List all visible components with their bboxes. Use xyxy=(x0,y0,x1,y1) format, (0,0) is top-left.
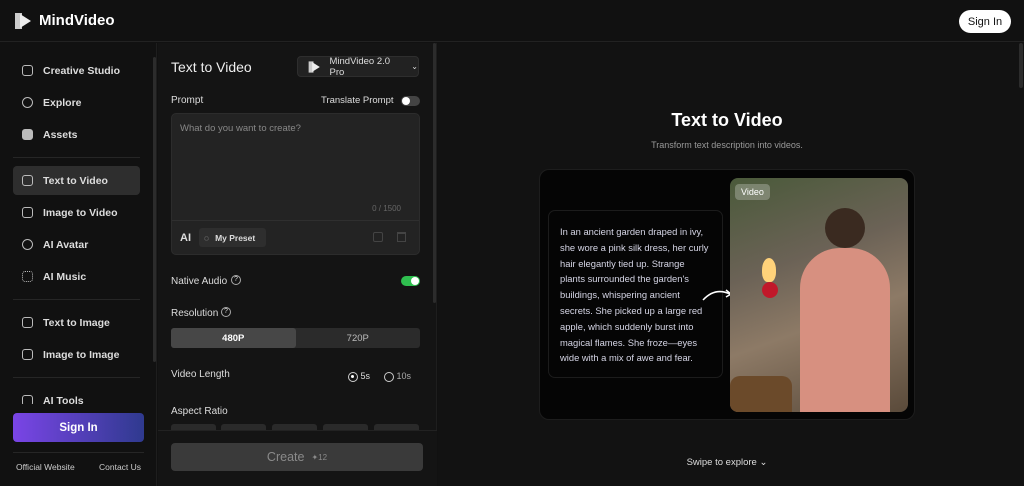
model-name: MindVideo 2.0 Pro xyxy=(329,55,391,78)
image-video-icon xyxy=(22,207,33,218)
avatar-icon xyxy=(22,239,33,250)
panel-scrollbar[interactable] xyxy=(433,43,436,303)
sidebar-item-label: Image to Video xyxy=(43,206,118,219)
help-icon[interactable]: ? xyxy=(231,275,241,285)
char-counter: 0 / 1500 xyxy=(372,204,401,213)
top-header: MindVideo Sign In xyxy=(0,0,1024,42)
sidebar-item-label: Image to Image xyxy=(43,348,120,361)
logo-icon xyxy=(15,12,33,29)
sidebar-item-ai-music[interactable]: AI Music xyxy=(13,262,140,291)
resolution-selector: 480P 720P xyxy=(171,328,420,348)
contact-us-link[interactable]: Contact Us xyxy=(99,462,141,472)
native-audio-toggle[interactable] xyxy=(401,276,420,286)
sidebar-item-label: AI Avatar xyxy=(43,238,89,251)
chevron-down-icon: ⌄ xyxy=(759,457,768,468)
trash-icon[interactable] xyxy=(397,232,406,242)
create-label: Create xyxy=(266,450,305,464)
apple xyxy=(762,282,778,298)
resolution-480p[interactable]: 480P xyxy=(171,328,296,348)
sidebar-item-label: Explore xyxy=(43,96,82,109)
native-audio-label: Native Audio xyxy=(171,276,228,287)
sidebar-item-ai-tools[interactable]: AI Tools xyxy=(13,386,140,404)
sidebar-item-image-to-video[interactable]: Image to Video xyxy=(13,198,140,227)
sidebar-item-label: Text to Image xyxy=(43,316,110,329)
sidebar-item-label: Text to Video xyxy=(43,174,108,187)
preset-label: My Preset xyxy=(215,232,256,243)
logo[interactable]: MindVideo xyxy=(15,12,115,29)
example-video-thumbnail[interactable]: Video xyxy=(730,178,908,412)
radio-icon xyxy=(348,371,358,382)
divider xyxy=(13,452,144,453)
music-icon xyxy=(22,271,33,282)
create-button[interactable]: Create ✦12 xyxy=(171,443,423,471)
swipe-label: Swipe to explore xyxy=(686,457,757,468)
sidebar-item-text-to-video[interactable]: Text to Video xyxy=(13,166,140,195)
divider xyxy=(172,220,419,221)
brand-name: MindVideo xyxy=(39,12,115,29)
chevron-down-icon: ⌄ xyxy=(411,62,418,71)
sidebar-item-text-to-image[interactable]: Text to Image xyxy=(13,308,140,337)
sign-in-button[interactable]: Sign In xyxy=(959,10,1011,33)
figure-head xyxy=(825,208,865,248)
model-icon xyxy=(308,60,321,73)
my-preset-button[interactable]: ◌ My Preset xyxy=(199,228,266,247)
settings-panel xyxy=(158,43,437,486)
figure-dress xyxy=(800,248,890,412)
radio-label: 10s xyxy=(396,371,412,381)
studio-icon xyxy=(22,65,33,76)
length-5s-radio[interactable]: 5s xyxy=(348,371,370,382)
sidebar-scrollbar[interactable] xyxy=(153,57,156,362)
main-scrollbar[interactable] xyxy=(1019,43,1023,88)
ai-enhance-button[interactable]: AI xyxy=(180,232,191,244)
image-image-icon xyxy=(22,349,33,360)
translate-prompt-toggle[interactable] xyxy=(401,96,420,106)
length-10s-radio[interactable]: 10s xyxy=(384,371,411,382)
aspect-ratio-label: Aspect Ratio xyxy=(171,406,228,417)
divider xyxy=(13,377,140,378)
planet-icon xyxy=(22,97,33,108)
tools-icon xyxy=(22,395,33,404)
swipe-to-explore[interactable]: Swipe to explore ⌄ xyxy=(538,457,916,468)
panel-title: Text to Video xyxy=(171,59,252,75)
sidebar-item-creative-studio[interactable]: Creative Studio xyxy=(13,56,140,85)
flame xyxy=(762,258,776,282)
sidebar-item-explore[interactable]: Explore xyxy=(13,88,140,117)
help-icon[interactable]: ? xyxy=(221,307,231,317)
sidebar-item-assets[interactable]: Assets xyxy=(13,120,140,149)
sidebar-sign-in-button[interactable]: Sign In xyxy=(13,413,144,442)
divider xyxy=(13,157,140,158)
prompt-box: What do you want to create? 0 / 1500 AI … xyxy=(171,113,420,255)
divider xyxy=(13,299,140,300)
apple-basket xyxy=(730,376,792,412)
resolution-label: Resolution xyxy=(171,308,219,319)
video-length-label: Video Length xyxy=(171,369,230,380)
credits-cost: ✦12 xyxy=(311,452,328,462)
lightbulb-icon: ◌ xyxy=(204,232,210,243)
video-badge: Video xyxy=(735,184,770,200)
folder-icon xyxy=(22,129,33,140)
example-prompt-text: In an ancient garden draped in ivy, she … xyxy=(548,210,723,378)
save-icon[interactable] xyxy=(373,232,383,242)
resolution-720p[interactable]: 720P xyxy=(296,328,421,348)
sidebar-item-label: Creative Studio xyxy=(43,64,121,77)
translate-prompt-label: Translate Prompt xyxy=(321,95,394,106)
sidebar-item-label: Assets xyxy=(43,128,78,141)
sidebar-item-ai-avatar[interactable]: AI Avatar xyxy=(13,230,140,259)
radio-label: 5s xyxy=(360,371,371,381)
radio-icon xyxy=(384,371,394,382)
sidebar-item-label: AI Tools xyxy=(43,395,84,404)
official-website-link[interactable]: Official Website xyxy=(16,462,75,472)
model-dropdown[interactable]: MindVideo 2.0 Pro ⌄ xyxy=(297,55,419,78)
text-video-icon xyxy=(22,175,33,186)
main-subtitle: Transform text description into videos. xyxy=(651,140,803,150)
main-title: Text to Video xyxy=(671,110,783,130)
sidebar-item-label: AI Music xyxy=(43,270,87,283)
sidebar-item-image-to-image[interactable]: Image to Image xyxy=(13,340,140,369)
text-image-icon xyxy=(22,317,33,328)
prompt-label: Prompt xyxy=(171,95,204,106)
